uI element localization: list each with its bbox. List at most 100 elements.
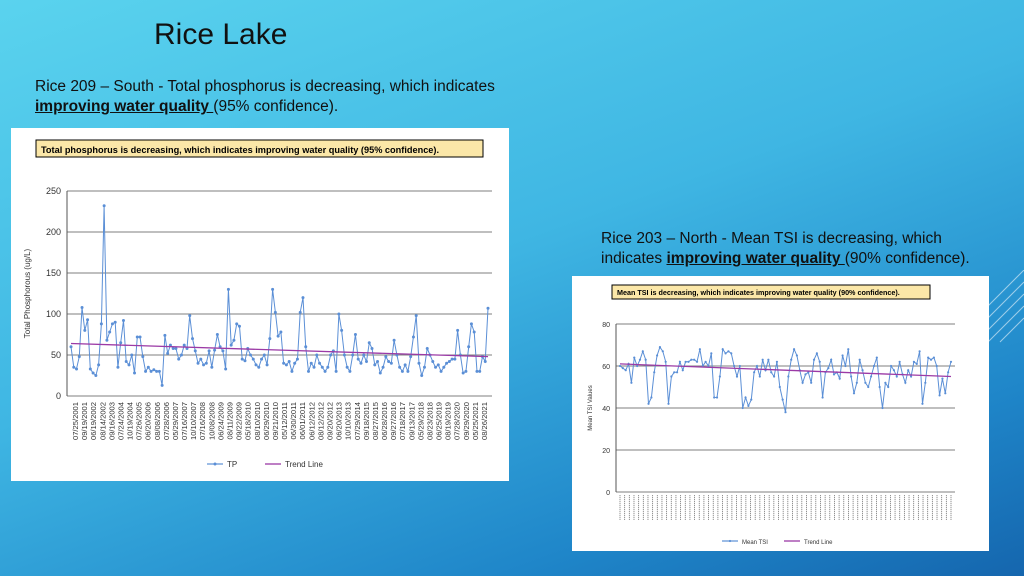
tp-x-tick-label: 10/19/2004 [126,402,135,440]
tp-data-point [177,357,181,361]
tp-data-point [86,318,90,322]
tsi-data-point [733,364,736,368]
tsi-data-point [944,392,947,395]
tsi-data-point [895,375,898,378]
tp-data-point [229,343,233,347]
tp-x-tick-label: 08/12/2012 [316,402,325,440]
tsi-data-point [678,360,682,363]
tsi-data-point [698,348,701,351]
tp-data-point [301,296,305,300]
tp-data-point [88,367,92,371]
tsi-data-point [750,398,753,401]
tp-legend-label-series: TP [227,460,237,469]
tsi-data-point [864,381,867,384]
tsi-chart-title: Mean TSI is decreasing, which indicates … [617,288,900,297]
tp-x-tick-label: 08/11/2009 [226,402,235,439]
tp-series-line-tp [70,205,489,386]
tp-x-tick-label: 09/18/2015 [362,402,371,440]
tp-data-point [439,369,443,373]
tsi-data-point [841,354,844,357]
tp-x-tick-label: 06/20/2006 [144,402,153,440]
tsi-data-point [772,375,776,378]
tp-data-point [450,357,454,361]
tp-x-tick-label: 09/13/2017 [407,402,416,440]
tp-x-tick-label: 06/25/2019 [435,402,444,440]
tp-y-tick-label: 100 [46,309,61,319]
tsi-data-point [818,360,821,363]
tsi-data-point [850,375,853,378]
tp-data-point [240,357,244,361]
tp-data-point [224,367,228,371]
tp-data-point [364,360,368,364]
tp-data-point [309,361,313,365]
tsi-data-point [847,348,850,351]
tp-x-tick-label: 09/20/2012 [325,402,334,440]
tp-data-point [411,335,415,339]
tp-data-point [141,355,145,359]
tp-x-tick-label: 05/18/2010 [244,402,253,440]
tsi-data-point [941,377,944,380]
tp-data-point [392,338,396,342]
tsi-data-point [872,364,876,368]
phosphorus-chart-panel: Total phosphorus is decreasing, which in… [11,128,509,481]
tsi-data-point [790,358,793,361]
tp-x-tick-label: 08/10/2010 [253,402,262,440]
tsi-data-point [795,354,799,357]
tp-data-point [282,361,286,365]
tsi-data-point [947,371,950,374]
tp-data-point [447,360,451,364]
tsi-data-point [675,371,679,374]
tp-x-tick-label: 07/25/2001 [71,402,80,440]
tsi-data-point [907,369,910,372]
caption-south-prefix: Rice 209 – South - Total phosphorus is d… [35,78,495,95]
tp-data-point [273,310,277,314]
tp-data-point [199,357,203,361]
tp-y-tick-label: 50 [51,350,61,360]
tp-data-point [257,365,261,369]
tp-x-tick-label: 06/01/2011 [298,402,307,439]
tp-data-point [116,365,120,369]
tp-data-point [356,357,360,361]
tp-x-tick-label: 08/27/2015 [371,402,380,440]
tp-x-tick-label: 06/30/2011 [289,402,298,439]
tsi-data-point [710,352,713,355]
tsi-data-point [690,358,693,361]
tsi-data-point [889,364,893,368]
tp-y-axis-label: Total Phosphorous (ug/L) [23,248,32,338]
tp-x-tick-label: 08/26/2021 [480,402,489,440]
tp-data-point [406,369,410,373]
tsi-data-point [924,381,927,384]
tp-data-point [155,369,159,373]
tp-data-point [133,371,137,375]
tsi-data-point [741,406,744,410]
tsi-y-tick-label: 60 [602,364,610,371]
tp-data-point [400,369,404,373]
tsi-data-point [735,375,739,378]
tsi-data-point [644,358,647,361]
tsi-data-point [812,358,816,361]
tp-data-point [367,341,371,345]
tp-x-tick-label: 10/10/2013 [344,402,353,440]
tp-data-point [77,355,81,359]
tp-x-tick-label: 05/12/2011 [280,402,289,439]
tsi-data-point [653,371,656,374]
tp-data-point [207,349,211,353]
tp-data-point [243,359,247,363]
tsi-data-point [681,369,684,372]
tp-x-tick-label: 09/22/2009 [235,402,244,440]
tsi-legend-marker [728,539,732,543]
tp-x-tick-label: 09/16/2003 [107,402,116,440]
tp-x-tick-label: 08/19/2019 [444,402,453,440]
tsi-data-point [633,356,636,359]
tp-data-point [472,330,476,334]
tp-x-tick-label: 10/10/2007 [189,402,198,440]
tp-x-tick-label: 06/29/2010 [262,402,271,440]
tsi-data-point [647,402,650,405]
tp-data-point [97,363,101,367]
tsi-data-point [878,385,881,389]
tp-data-point [348,369,352,373]
tsi-data-point [693,358,696,361]
tsi-data-point [655,354,659,357]
tp-data-point [329,353,333,357]
tsi-data-point [630,381,633,384]
